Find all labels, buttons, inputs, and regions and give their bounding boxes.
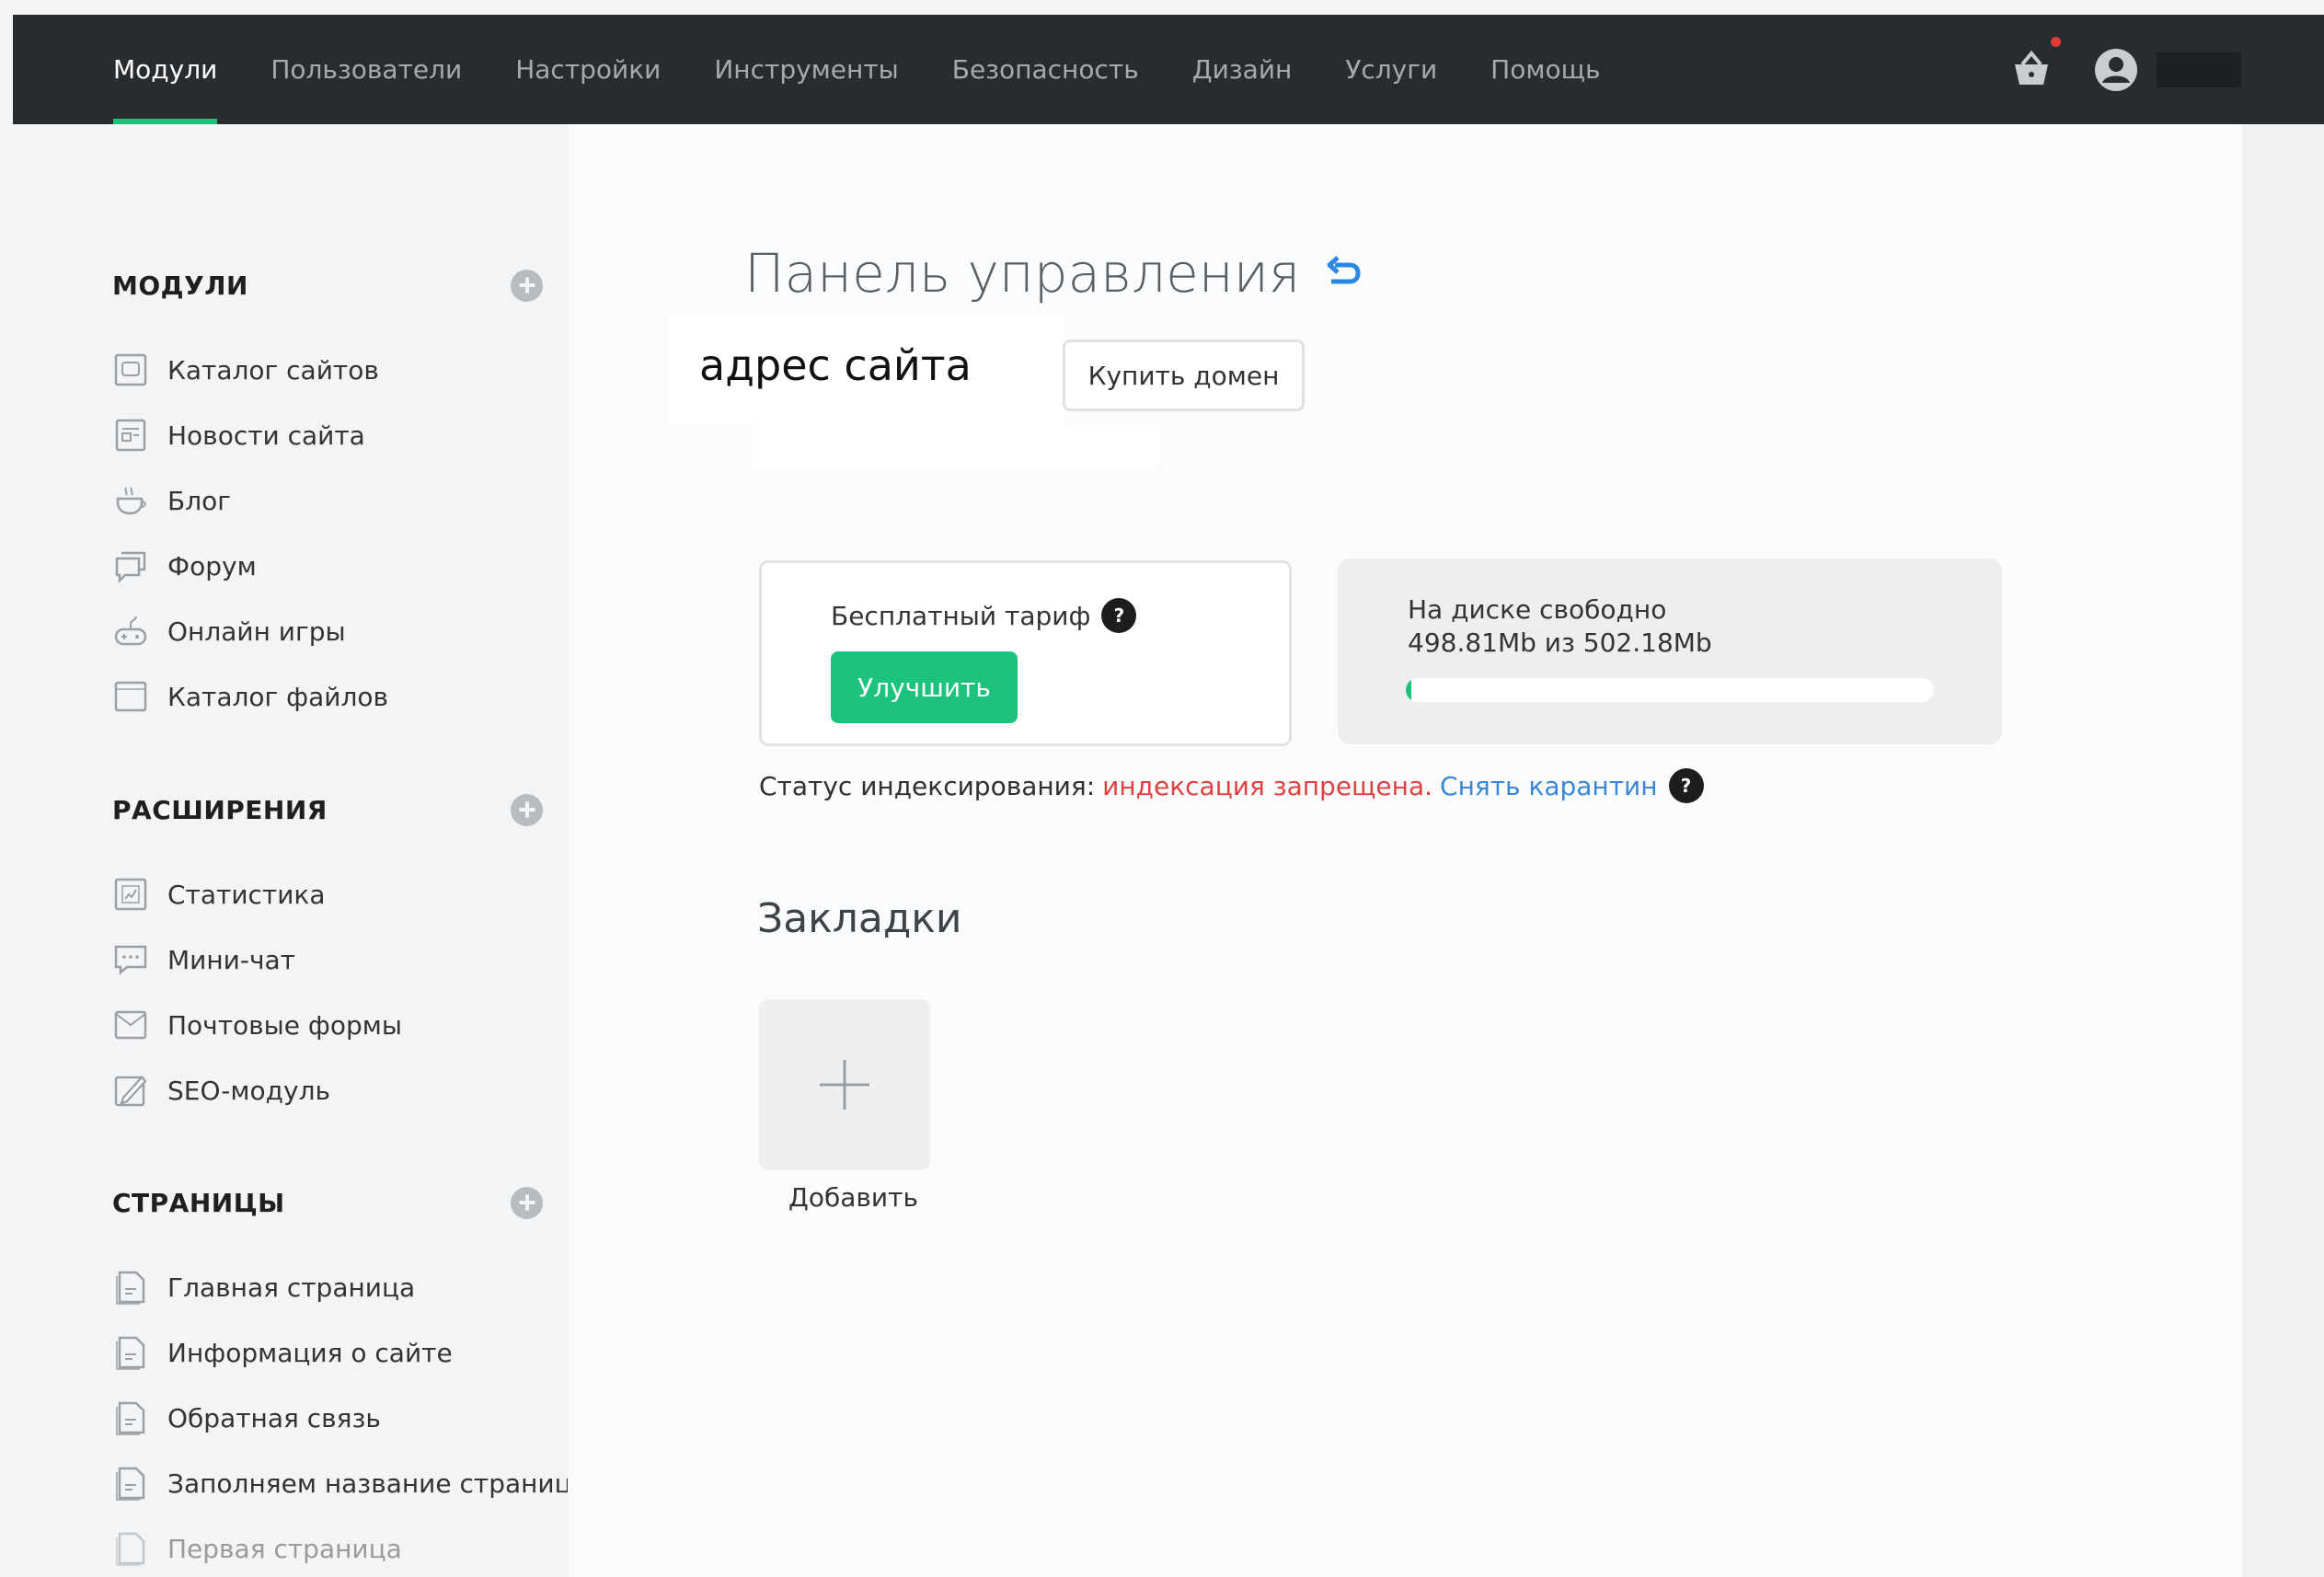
remove-quarantine-link[interactable]: Снять карантин bbox=[1440, 771, 1658, 801]
nav-item-design[interactable]: Дизайн bbox=[1192, 15, 1293, 124]
sidebar-section-modules: МОДУЛИ Каталог сайтов Новости сайта Блог… bbox=[112, 267, 554, 743]
sidebar-item-site-info[interactable]: Информация о сайте bbox=[112, 1334, 554, 1371]
sidebar-item-label: Почтовые формы bbox=[167, 1009, 402, 1041]
sidebar-item-label: Обратная связь bbox=[167, 1402, 381, 1433]
bookmarks-title: Закладки bbox=[757, 895, 962, 942]
sidebar-item-label: Заполняем название странице bbox=[167, 1468, 588, 1499]
top-nav-items: Модули Пользователи Настройки Инструмент… bbox=[113, 15, 1654, 124]
sidebar-section-title: РАСШИРЕНИЯ bbox=[112, 794, 328, 825]
page-icon bbox=[116, 1467, 145, 1501]
nav-item-help[interactable]: Помощь bbox=[1490, 15, 1600, 124]
sidebar-item-mail-forms[interactable]: Почтовые формы bbox=[112, 1007, 554, 1043]
sidebar-item-statistics[interactable]: Статистика bbox=[112, 876, 554, 913]
basket-icon[interactable] bbox=[2009, 36, 2061, 92]
sidebar-item-label: Статистика bbox=[167, 879, 326, 910]
site-address-box: адрес сайта bbox=[668, 317, 1065, 424]
sidebar-item-label: Каталог файлов bbox=[167, 681, 388, 712]
stats-icon bbox=[114, 878, 147, 911]
sidebar-item-label: Блог bbox=[167, 485, 231, 516]
indexing-status: индексация запрещена. bbox=[1102, 770, 1433, 801]
sidebar-item-site-catalog[interactable]: Каталог сайтов bbox=[112, 351, 554, 388]
right-gutter bbox=[2242, 124, 2324, 1577]
disk-space-value: 498.81Mb из 502.18Mb bbox=[1408, 627, 1712, 658]
sidebar-section-pages: СТРАНИЦЫ Главная страница Информация о с… bbox=[112, 1184, 588, 1577]
nav-item-modules[interactable]: Модули bbox=[113, 15, 218, 124]
sidebar-item-blog[interactable]: Блог bbox=[112, 482, 554, 519]
nav-item-security[interactable]: Безопасность bbox=[952, 15, 1139, 124]
page-icon bbox=[116, 1532, 145, 1566]
cup-icon bbox=[116, 487, 146, 515]
sidebar-item-online-games[interactable]: Онлайн игры bbox=[112, 613, 554, 650]
sidebar-item-page-name[interactable]: Заполняем название странице bbox=[112, 1465, 588, 1502]
page-icon bbox=[116, 1271, 145, 1305]
top-nav-right bbox=[2009, 15, 2241, 124]
sidebar-item-label: Форум bbox=[167, 550, 257, 581]
disk-space-card: На диске свободно 498.81Mb из 502.18Mb bbox=[1338, 558, 2002, 744]
add-module-plus-icon[interactable] bbox=[511, 269, 543, 302]
catalog-icon bbox=[114, 353, 147, 386]
sidebar-item-label: Каталог сайтов bbox=[167, 354, 379, 386]
add-page-plus-icon[interactable] bbox=[511, 1186, 543, 1219]
nav-item-services[interactable]: Услуги bbox=[1345, 15, 1437, 124]
disk-space-label: На диске свободно 498.81Mb из 502.18Mb bbox=[1408, 593, 1712, 660]
sidebar-item-label: Новости сайта bbox=[167, 420, 365, 451]
add-bookmark-label: Добавить bbox=[788, 1182, 918, 1213]
indexing-label: Статус индексирования: bbox=[759, 770, 1096, 801]
nav-item-tools[interactable]: Инструменты bbox=[714, 15, 898, 124]
app-frame: Модули Пользователи Настройки Инструмент… bbox=[13, 15, 2324, 1577]
tariff-label: Бесплатный тариф bbox=[831, 600, 1091, 631]
upgrade-button[interactable]: Улучшить bbox=[831, 651, 1018, 723]
sidebar: МОДУЛИ Каталог сайтов Новости сайта Блог… bbox=[13, 124, 588, 1577]
page-title: Панель управления bbox=[744, 242, 1301, 305]
indexing-status-row: Статус индексирования: индексация запрещ… bbox=[759, 768, 1704, 803]
sidebar-item-label: Главная страница bbox=[167, 1272, 416, 1303]
site-address-text: адрес сайта bbox=[699, 340, 972, 390]
sidebar-section-title: МОДУЛИ bbox=[112, 270, 248, 301]
undo-arrow-icon[interactable] bbox=[1324, 254, 1363, 293]
add-bookmark-button[interactable] bbox=[759, 999, 930, 1170]
buy-domain-button[interactable]: Купить домен bbox=[1063, 340, 1305, 411]
sidebar-item-label: Первая страница bbox=[167, 1533, 402, 1564]
notification-dot bbox=[2051, 36, 2061, 47]
sidebar-section-extensions: РАСШИРЕНИЯ Статистика Мини-чат Почтовые … bbox=[112, 791, 554, 1137]
disk-usage-bar bbox=[1406, 678, 1934, 702]
sidebar-item-first-page[interactable]: Первая страница bbox=[112, 1530, 554, 1567]
page-icon bbox=[116, 1336, 145, 1370]
tariff-label-row: Бесплатный тариф ? bbox=[831, 598, 1137, 633]
nav-item-users[interactable]: Пользователи bbox=[270, 15, 462, 124]
mail-icon bbox=[114, 1010, 147, 1040]
forum-icon bbox=[115, 551, 146, 584]
sidebar-item-label: Онлайн игры bbox=[167, 616, 346, 647]
chat-icon bbox=[114, 945, 147, 975]
sidebar-item-mini-chat[interactable]: Мини-чат bbox=[112, 941, 554, 978]
top-navigation: Модули Пользователи Настройки Инструмент… bbox=[13, 15, 2324, 124]
sidebar-item-home-page[interactable]: Главная страница bbox=[112, 1269, 554, 1306]
tariff-help-icon[interactable]: ? bbox=[1101, 598, 1137, 633]
sidebar-item-label: Информация о сайте bbox=[167, 1337, 453, 1368]
nav-item-settings[interactable]: Настройки bbox=[515, 15, 661, 124]
indexing-help-icon[interactable]: ? bbox=[1668, 768, 1704, 803]
news-icon bbox=[115, 419, 146, 452]
page-title-row: Панель управления bbox=[744, 242, 1363, 305]
sidebar-item-news[interactable]: Новости сайта bbox=[112, 417, 554, 454]
tariff-card: Бесплатный тариф ? Улучшить bbox=[759, 560, 1292, 746]
gamepad-icon bbox=[114, 616, 147, 646]
sidebar-item-feedback[interactable]: Обратная связь bbox=[112, 1399, 554, 1436]
page-icon bbox=[116, 1401, 145, 1435]
address-overlay-bottom bbox=[752, 424, 1159, 469]
disk-space-title: На диске свободно bbox=[1408, 594, 1667, 625]
sidebar-item-file-catalog[interactable]: Каталог файлов bbox=[112, 678, 554, 715]
user-name-redacted[interactable] bbox=[2157, 52, 2241, 87]
sidebar-item-forum[interactable]: Форум bbox=[112, 547, 554, 584]
add-extension-plus-icon[interactable] bbox=[511, 793, 543, 826]
disk-usage-fill bbox=[1406, 678, 1411, 702]
sidebar-item-label: SEO-модуль bbox=[167, 1075, 330, 1106]
main-content: Панель управления адрес сайта Купить дом… bbox=[568, 124, 2242, 1577]
user-avatar-icon[interactable] bbox=[2094, 48, 2138, 92]
seo-icon bbox=[114, 1076, 147, 1107]
files-icon bbox=[114, 681, 147, 712]
sidebar-item-label: Мини-чат bbox=[167, 944, 295, 975]
sidebar-section-title: СТРАНИЦЫ bbox=[112, 1187, 285, 1218]
sidebar-item-seo-module[interactable]: SEO-модуль bbox=[112, 1072, 554, 1109]
